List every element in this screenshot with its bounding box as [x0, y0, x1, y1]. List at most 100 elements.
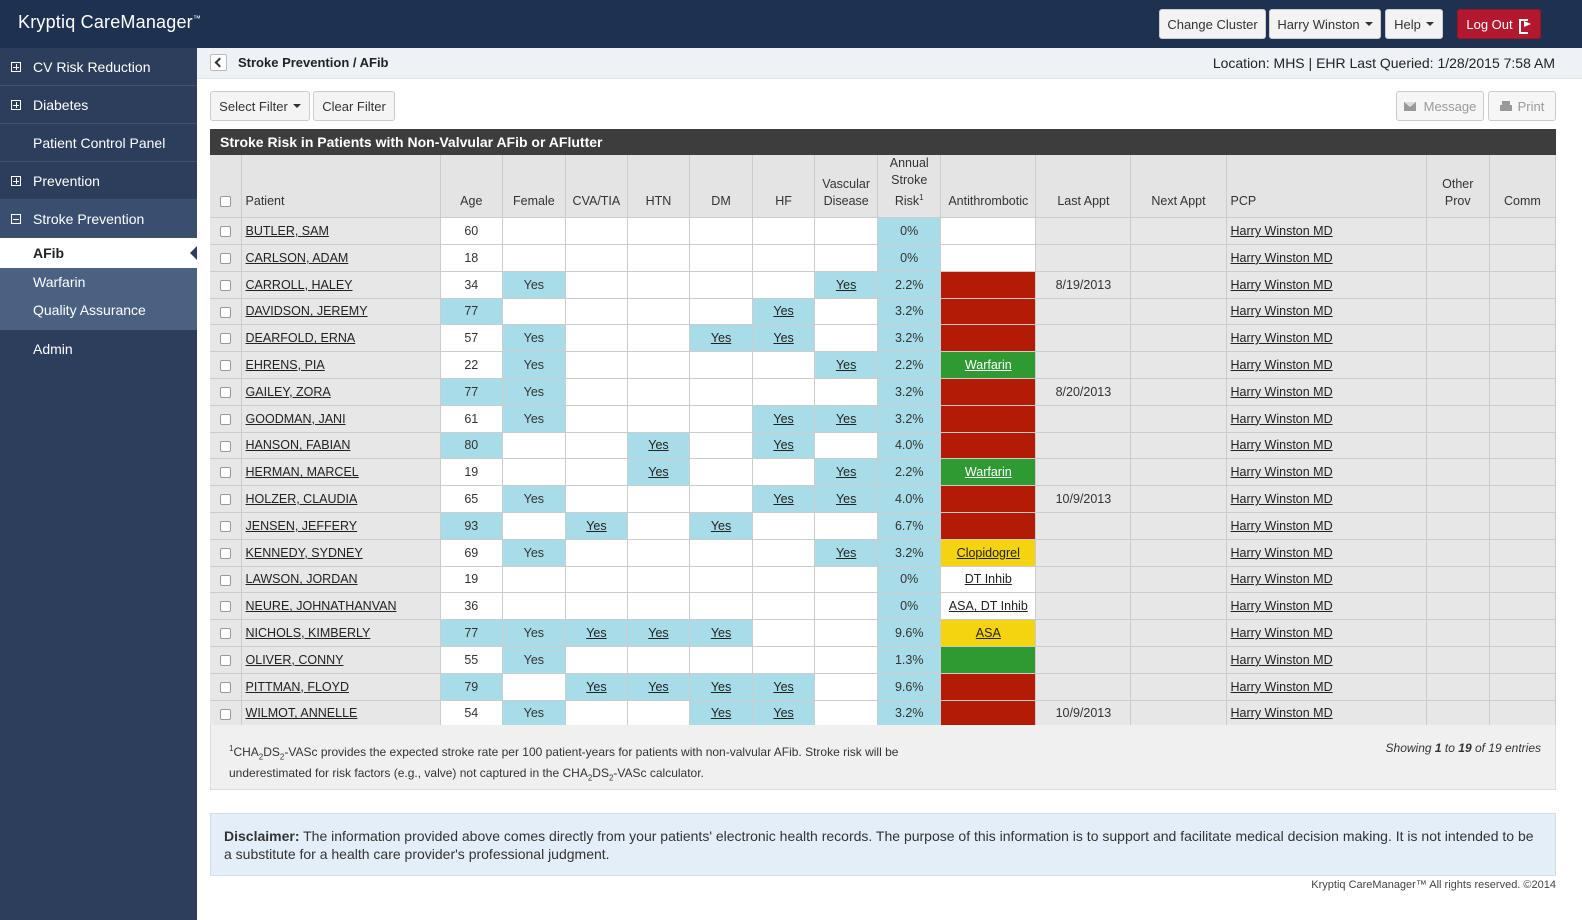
- sidebar-item-prevention[interactable]: Prevention: [0, 162, 197, 200]
- patient-name-link[interactable]: BUTLER, SAM: [246, 224, 329, 238]
- pcp-link[interactable]: Harry Winston MD: [1231, 358, 1333, 372]
- vascular-link[interactable]: Yes: [836, 546, 856, 560]
- patient-name-link[interactable]: KENNEDY, SYDNEY: [246, 546, 363, 560]
- row-checkbox[interactable]: [219, 279, 231, 291]
- pcp-link[interactable]: Harry Winston MD: [1231, 599, 1333, 613]
- htn-link[interactable]: Yes: [648, 465, 668, 479]
- antithrombotic-link[interactable]: Warfarin: [965, 465, 1012, 479]
- row-checkbox[interactable]: [219, 547, 231, 559]
- dm-link[interactable]: Yes: [711, 331, 731, 345]
- antithrombotic-link[interactable]: ASA, DT Inhib: [949, 599, 1028, 613]
- patient-name-link[interactable]: HOLZER, CLAUDIA: [246, 492, 358, 506]
- patient-name-link[interactable]: HERMAN, MARCEL: [246, 465, 359, 479]
- row-checkbox[interactable]: [219, 574, 231, 586]
- row-checkbox[interactable]: [219, 494, 231, 506]
- sidebar-item-admin[interactable]: Admin: [0, 330, 197, 368]
- col-header-vascular-disease[interactable]: Vascular Disease: [814, 155, 879, 219]
- col-header-other-prov[interactable]: Other Prov: [1426, 155, 1490, 219]
- pcp-link[interactable]: Harry Winston MD: [1231, 224, 1333, 238]
- hf-link[interactable]: Yes: [773, 331, 793, 345]
- htn-link[interactable]: Yes: [648, 438, 668, 452]
- pcp-link[interactable]: Harry Winston MD: [1231, 572, 1333, 586]
- pcp-link[interactable]: Harry Winston MD: [1231, 519, 1333, 533]
- cva-tia-link[interactable]: Yes: [586, 626, 606, 640]
- patient-name-link[interactable]: NEURE, JOHNATHANVAN: [246, 599, 397, 613]
- vascular-link[interactable]: Yes: [836, 412, 856, 426]
- col-header-htn[interactable]: HTN: [627, 155, 691, 219]
- pcp-link[interactable]: Harry Winston MD: [1231, 706, 1333, 720]
- pcp-link[interactable]: Harry Winston MD: [1231, 304, 1333, 318]
- pcp-link[interactable]: Harry Winston MD: [1231, 331, 1333, 345]
- app-brand[interactable]: Kryptiq CareManager™: [18, 12, 201, 33]
- sidebar-item-diabetes[interactable]: Diabetes: [0, 86, 197, 124]
- patient-name-link[interactable]: OLIVER, CONNY: [246, 653, 344, 667]
- pcp-link[interactable]: Harry Winston MD: [1231, 251, 1333, 265]
- row-checkbox[interactable]: [219, 681, 231, 693]
- cva-tia-link[interactable]: Yes: [586, 680, 606, 694]
- patient-name-link[interactable]: HANSON, FABIAN: [246, 438, 351, 452]
- row-checkbox[interactable]: [219, 413, 231, 425]
- patient-name-link[interactable]: PITTMAN, FLOYD: [246, 680, 349, 694]
- antithrombotic-link[interactable]: Warfarin: [965, 358, 1012, 372]
- row-checkbox[interactable]: [219, 253, 231, 265]
- clear-filter-button[interactable]: Clear Filter: [313, 91, 395, 121]
- vascular-link[interactable]: Yes: [836, 492, 856, 506]
- patient-name-link[interactable]: WILMOT, ANNELLE: [246, 706, 358, 720]
- patient-name-link[interactable]: NICHOLS, KIMBERLY: [246, 626, 371, 640]
- antithrombotic-link[interactable]: DT Inhib: [965, 572, 1012, 586]
- back-arrow-icon[interactable]: [210, 54, 227, 71]
- sidebar-subitem-quality-assurance[interactable]: Quality Assurance: [0, 296, 197, 324]
- col-header-patient[interactable]: Patient: [241, 155, 441, 219]
- col-header-comm[interactable]: Comm: [1489, 155, 1557, 219]
- pcp-link[interactable]: Harry Winston MD: [1231, 492, 1333, 506]
- hf-link[interactable]: Yes: [773, 304, 793, 318]
- hf-link[interactable]: Yes: [773, 706, 793, 720]
- row-checkbox[interactable]: [219, 440, 231, 452]
- col-header-last-appt[interactable]: Last Appt: [1035, 155, 1132, 219]
- help-menu-button[interactable]: Help: [1385, 9, 1443, 39]
- dm-link[interactable]: Yes: [711, 706, 731, 720]
- col-header-dm[interactable]: DM: [689, 155, 754, 219]
- vascular-link[interactable]: Yes: [836, 358, 856, 372]
- select-all-checkbox[interactable]: [219, 196, 231, 208]
- pcp-link[interactable]: Harry Winston MD: [1231, 385, 1333, 399]
- row-checkbox[interactable]: [219, 601, 231, 613]
- htn-link[interactable]: Yes: [648, 680, 668, 694]
- row-checkbox[interactable]: [219, 306, 231, 318]
- pcp-link[interactable]: Harry Winston MD: [1231, 653, 1333, 667]
- col-header-age[interactable]: Age: [440, 155, 503, 219]
- patient-name-link[interactable]: CARLSON, ADAM: [246, 251, 349, 265]
- col-header-antithrombotic[interactable]: Antithrombotic: [940, 155, 1037, 219]
- patient-name-link[interactable]: DEARFOLD, ERNA: [246, 331, 356, 345]
- col-header-cva-tia[interactable]: CVA/TIA: [565, 155, 628, 219]
- row-checkbox[interactable]: [219, 333, 231, 345]
- logout-button[interactable]: Log Out: [1457, 9, 1541, 39]
- vascular-link[interactable]: Yes: [836, 278, 856, 292]
- pcp-link[interactable]: Harry Winston MD: [1231, 412, 1333, 426]
- htn-link[interactable]: Yes: [648, 626, 668, 640]
- patient-name-link[interactable]: DAVIDSON, JEREMY: [246, 304, 368, 318]
- sidebar-subitem-afib[interactable]: AFib: [0, 238, 197, 268]
- change-cluster-button[interactable]: Change Cluster: [1159, 9, 1266, 39]
- hf-link[interactable]: Yes: [773, 438, 793, 452]
- row-checkbox[interactable]: [219, 360, 231, 372]
- row-checkbox[interactable]: [219, 708, 231, 720]
- patient-name-link[interactable]: CARROLL, HALEY: [246, 278, 353, 292]
- sidebar-item-cv-risk[interactable]: CV Risk Reduction: [0, 48, 197, 86]
- pcp-link[interactable]: Harry Winston MD: [1231, 546, 1333, 560]
- pcp-link[interactable]: Harry Winston MD: [1231, 680, 1333, 694]
- row-checkbox[interactable]: [219, 387, 231, 399]
- patient-name-link[interactable]: JENSEN, JEFFERY: [246, 519, 358, 533]
- sidebar-item-stroke-prevention[interactable]: Stroke Prevention: [0, 200, 197, 238]
- col-header-next-appt[interactable]: Next Appt: [1130, 155, 1227, 219]
- patient-name-link[interactable]: GAILEY, ZORA: [246, 385, 331, 399]
- hf-link[interactable]: Yes: [773, 412, 793, 426]
- cva-tia-link[interactable]: Yes: [586, 519, 606, 533]
- row-checkbox[interactable]: [219, 521, 231, 533]
- sidebar-item-patient-control-panel[interactable]: Patient Control Panel: [0, 124, 197, 162]
- print-button[interactable]: Print: [1488, 91, 1556, 121]
- patient-name-link[interactable]: LAWSON, JORDAN: [246, 572, 358, 586]
- pcp-link[interactable]: Harry Winston MD: [1231, 465, 1333, 479]
- dm-link[interactable]: Yes: [711, 626, 731, 640]
- dm-link[interactable]: Yes: [711, 680, 731, 694]
